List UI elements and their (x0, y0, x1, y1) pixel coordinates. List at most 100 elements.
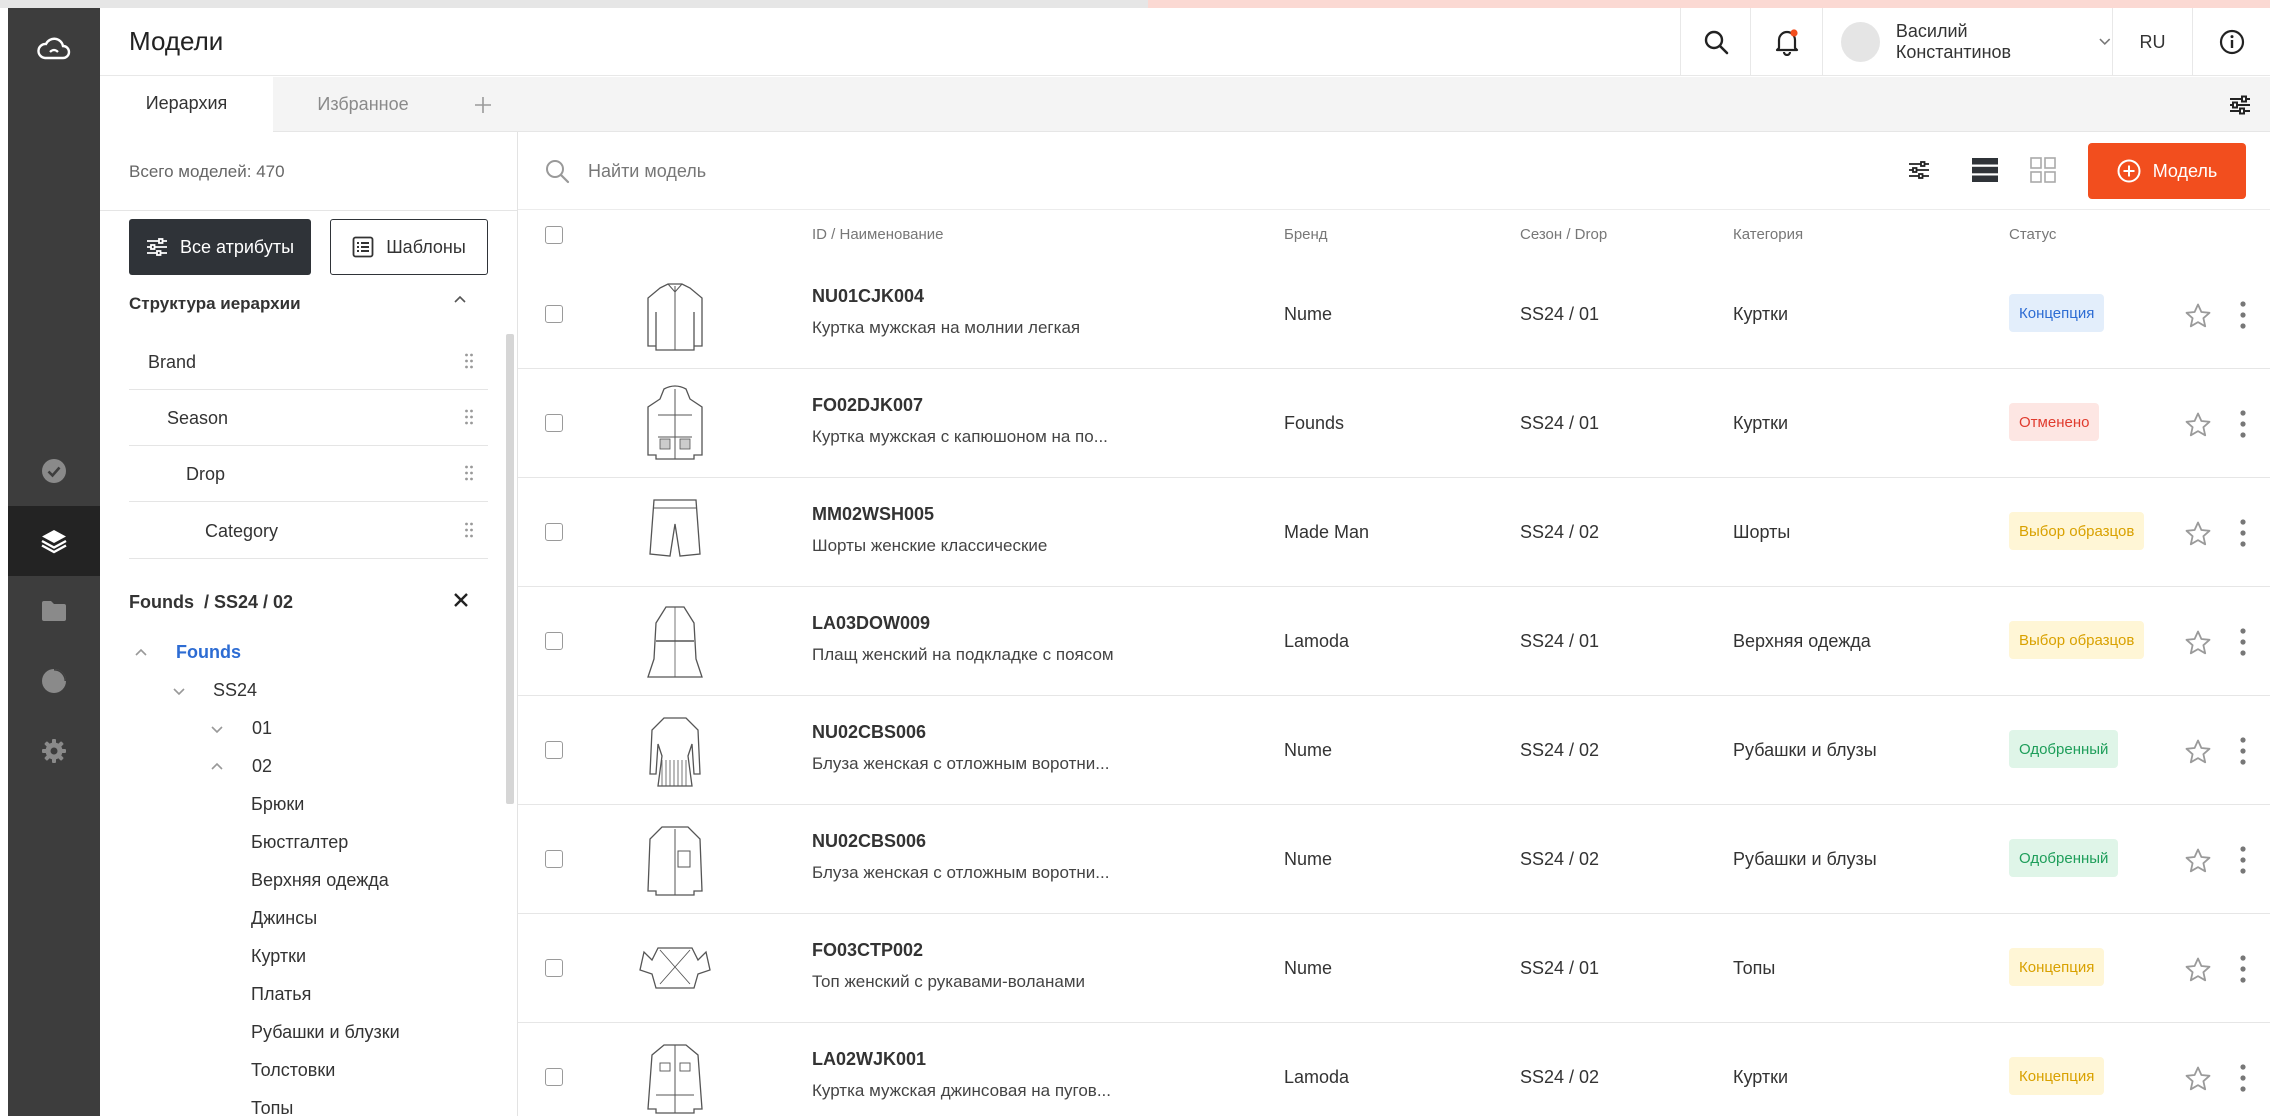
more-vertical-icon[interactable] (2238, 954, 2248, 984)
search-button[interactable] (1680, 8, 1750, 76)
tree-item-drop[interactable]: 01 (252, 718, 272, 739)
notifications-button[interactable] (1750, 8, 1822, 76)
add-model-button[interactable]: Модель (2088, 143, 2246, 199)
hierarchy-level-category[interactable]: Category (129, 503, 488, 559)
star-icon[interactable] (2184, 411, 2212, 439)
chevron-down-icon[interactable] (210, 722, 224, 736)
nav-reports[interactable] (8, 646, 100, 716)
nav-settings[interactable] (8, 716, 100, 786)
language-switcher[interactable]: RU (2112, 8, 2192, 76)
drag-handle-icon[interactable] (464, 521, 474, 539)
hierarchy-level-season[interactable]: Season (129, 390, 488, 446)
templates-button[interactable]: Шаблоны (330, 219, 488, 275)
grid-view-icon[interactable] (2030, 157, 2056, 183)
column-header-id[interactable]: ID / Наименование (812, 226, 943, 243)
tree-item-category[interactable]: Толстовки (251, 1060, 335, 1081)
star-icon[interactable] (2184, 629, 2212, 657)
row-checkbox[interactable] (545, 1068, 563, 1086)
row-checkbox[interactable] (545, 850, 563, 868)
drag-handle-icon[interactable] (464, 352, 474, 370)
star-icon[interactable] (2184, 302, 2212, 330)
drag-handle-icon[interactable] (464, 464, 474, 482)
column-header-brand[interactable]: Бренд (1284, 226, 1328, 243)
row-checkbox[interactable] (545, 741, 563, 759)
table-row[interactable]: NU01CJK004 Куртка мужская на молнии легк… (518, 260, 2270, 369)
table-row[interactable]: NU02CBS006 Блуза женская с отложным воро… (518, 696, 2270, 805)
model-thumbnail[interactable] (636, 930, 714, 1008)
tree-item-season[interactable]: SS24 (213, 680, 257, 701)
row-checkbox[interactable] (545, 523, 563, 541)
tree-item-category[interactable]: Бюстгалтер (251, 832, 348, 853)
status-badge: Отменено (2009, 403, 2100, 441)
model-brand: Founds (1284, 413, 1345, 433)
chevron-up-icon[interactable] (134, 646, 148, 660)
nav-models[interactable] (8, 506, 100, 576)
tab-favorites[interactable]: Избранное (273, 77, 453, 132)
tree-item-category[interactable]: Куртки (251, 946, 306, 967)
chevron-up-icon[interactable] (452, 292, 468, 308)
table-row[interactable]: LA02WJK001 Куртка мужская джинсовая на п… (518, 1023, 2270, 1116)
row-checkbox[interactable] (545, 959, 563, 977)
all-attributes-button[interactable]: Все атрибуты (129, 219, 311, 275)
filter-sliders-icon[interactable] (1908, 161, 1930, 179)
hierarchy-level-brand[interactable]: Brand (129, 334, 488, 390)
star-icon[interactable] (2184, 520, 2212, 548)
table-row[interactable]: LA03DOW009 Плащ женский на подкладке с п… (518, 587, 2270, 696)
tree-item-brand[interactable]: Founds (176, 642, 241, 663)
model-thumbnail[interactable] (636, 494, 714, 572)
model-thumbnail[interactable] (636, 385, 714, 463)
row-checkbox[interactable] (545, 414, 563, 432)
tabs-settings-button[interactable] (2210, 77, 2270, 132)
close-icon[interactable] (452, 591, 470, 609)
chevron-down-icon[interactable] (172, 684, 186, 698)
tree-item-drop[interactable]: 02 (252, 756, 272, 777)
table-row[interactable]: NU02CBS006 Блуза женская с отложным воро… (518, 805, 2270, 914)
nav-tasks[interactable] (8, 436, 100, 506)
list-view-icon[interactable] (1972, 158, 1998, 182)
search-input[interactable] (588, 156, 1188, 186)
model-thumbnail[interactable] (636, 1039, 714, 1116)
more-vertical-icon[interactable] (2238, 300, 2248, 330)
column-header-category[interactable]: Категория (1733, 226, 1803, 243)
hierarchy-level-drop[interactable]: Drop (129, 446, 488, 502)
row-checkbox[interactable] (545, 305, 563, 323)
more-vertical-icon[interactable] (2238, 409, 2248, 439)
select-all-checkbox[interactable] (545, 226, 563, 244)
hierarchy-level-label: Drop (186, 464, 226, 484)
model-thumbnail[interactable] (636, 603, 714, 681)
drag-handle-icon[interactable] (464, 408, 474, 426)
tree-item-category[interactable]: Брюки (251, 794, 304, 815)
star-icon[interactable] (2184, 847, 2212, 875)
star-icon[interactable] (2184, 1065, 2212, 1093)
cloud-logo-icon[interactable] (8, 28, 100, 72)
tree-item-category[interactable]: Джинсы (251, 908, 317, 929)
table-row[interactable]: FO02DJK007 Куртка мужская с капюшоном на… (518, 369, 2270, 478)
tree-item-category[interactable]: Верхняя одежда (251, 870, 389, 891)
tree-item-category[interactable]: Рубашки и блузки (251, 1022, 400, 1043)
user-menu[interactable]: Василий Константинов (1822, 8, 2112, 76)
more-vertical-icon[interactable] (2238, 845, 2248, 875)
tab-hierarchy[interactable]: Иерархия (100, 77, 273, 132)
add-tab-button[interactable] (453, 77, 513, 132)
star-icon[interactable] (2184, 956, 2212, 984)
column-header-season[interactable]: Сезон / Drop (1520, 226, 1607, 243)
column-header-status[interactable]: Статус (2009, 226, 2056, 243)
model-thumbnail[interactable] (636, 821, 714, 899)
model-thumbnail[interactable] (636, 712, 714, 790)
tree-item-category[interactable]: Топы (251, 1098, 293, 1116)
panel-scrollbar[interactable] (506, 334, 514, 804)
star-icon[interactable] (2184, 738, 2212, 766)
table-row[interactable]: FO03CTP002 Топ женский с рукавами-волана… (518, 914, 2270, 1023)
more-vertical-icon[interactable] (2238, 736, 2248, 766)
model-name: Блуза женская с отложным воротни... (812, 754, 1110, 773)
more-vertical-icon[interactable] (2238, 1063, 2248, 1093)
model-thumbnail[interactable] (636, 276, 714, 354)
more-vertical-icon[interactable] (2238, 518, 2248, 548)
info-button[interactable] (2192, 8, 2270, 76)
tree-item-category[interactable]: Платья (251, 984, 311, 1005)
chevron-up-icon[interactable] (210, 760, 224, 774)
row-checkbox[interactable] (545, 632, 563, 650)
more-vertical-icon[interactable] (2238, 627, 2248, 657)
nav-files[interactable] (8, 576, 100, 646)
table-row[interactable]: MM02WSH005 Шорты женские классические Ma… (518, 478, 2270, 587)
